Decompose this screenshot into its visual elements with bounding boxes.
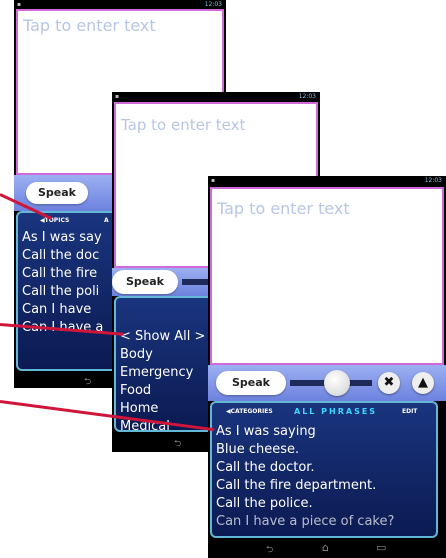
speak-button[interactable]: Speak: [26, 182, 88, 204]
text-input-placeholder: Tap to enter text: [217, 199, 350, 218]
speak-button[interactable]: Speak: [112, 270, 178, 294]
list-item[interactable]: Call the police.: [212, 495, 436, 513]
phone-screen-all-phrases: ▪ 12:03 Tap to enter text Speak ✖ ▲ ◀CAT…: [208, 176, 446, 558]
volume-slider-knob[interactable]: [324, 370, 350, 396]
speak-button[interactable]: Speak: [216, 371, 286, 395]
status-icons-left: ▪: [17, 1, 22, 8]
list-item[interactable]: Call the doctor.: [212, 459, 436, 477]
tab-all-phrases[interactable]: ALL PHRASES: [294, 407, 377, 416]
nav-bar: ⮌ ⌂ ▭: [208, 538, 446, 558]
status-bar: ▪ 12:03: [14, 0, 226, 9]
back-icon[interactable]: ⮌: [266, 542, 273, 558]
tab-categories[interactable]: ◀CATEGORIES: [226, 408, 273, 415]
back-icon[interactable]: ⮌: [174, 436, 181, 452]
control-bar: Speak ✖ ▲: [208, 365, 446, 401]
list-item[interactable]: Call the fire department.: [212, 477, 436, 495]
list-item[interactable]: As I was saying: [212, 423, 436, 441]
list-item[interactable]: Blue cheese.: [212, 441, 436, 459]
status-time: 12:03: [204, 1, 222, 8]
recent-apps-icon[interactable]: ▭: [376, 541, 386, 554]
close-icon[interactable]: ✖: [378, 372, 400, 394]
back-icon[interactable]: ⮌: [84, 374, 91, 388]
tab-topics[interactable]: ◀TOPICS: [40, 217, 69, 224]
status-bar: ▪ 12:03: [208, 176, 446, 185]
tab-partial[interactable]: A: [104, 217, 109, 224]
text-input-placeholder: Tap to enter text: [23, 16, 156, 35]
status-icons-left: ▪: [115, 93, 120, 100]
status-bar: ▪ 12:03: [112, 92, 320, 101]
list-tabs: ◀CATEGORIES ALL PHRASES EDIT: [212, 403, 436, 423]
text-input-area[interactable]: Tap to enter text: [210, 187, 444, 365]
list-item[interactable]: Can I have a piece of cake?: [212, 513, 436, 531]
home-icon[interactable]: ⌂: [322, 541, 329, 554]
text-input-placeholder: Tap to enter text: [121, 116, 246, 134]
status-icons-left: ▪: [211, 177, 216, 184]
tab-edit[interactable]: EDIT: [402, 408, 417, 415]
phrase-list: ◀CATEGORIES ALL PHRASES EDIT As I was sa…: [210, 401, 438, 538]
up-icon[interactable]: ▲: [412, 372, 434, 394]
status-time: 12:03: [298, 93, 316, 100]
status-time: 12:03: [424, 177, 442, 184]
